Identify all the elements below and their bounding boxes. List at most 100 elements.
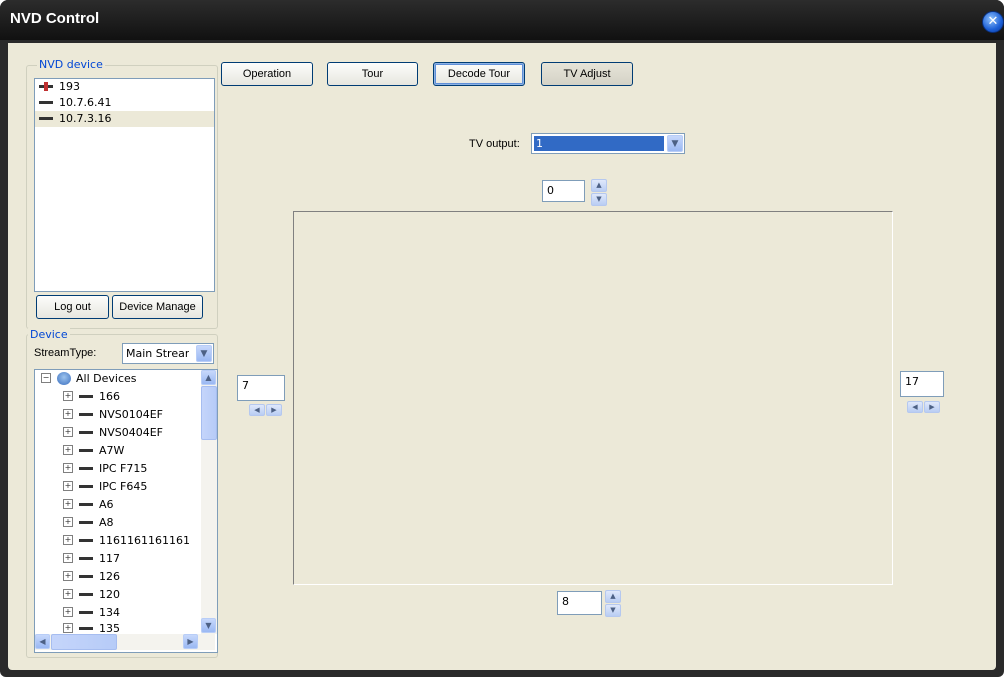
- device-legend: Device: [28, 328, 70, 341]
- nvd-control-window: NVD Control ✕ NVD device 193 10.7.6.41 1…: [0, 0, 1004, 677]
- tree-item-label: A7W: [99, 444, 125, 457]
- stream-type-value: Main Strear: [126, 347, 190, 360]
- tree-item[interactable]: + NVS0404EF: [63, 424, 163, 442]
- tree-item-label: 126: [99, 570, 120, 583]
- nvd-item-label: 10.7.6.41: [59, 96, 112, 109]
- tree-item-label: NVS0404EF: [99, 426, 164, 439]
- tree-item[interactable]: +117: [63, 550, 120, 568]
- expand-icon[interactable]: +: [63, 391, 73, 401]
- device-manage-button[interactable]: Device Manage: [112, 295, 203, 319]
- device-icon: [79, 430, 93, 434]
- nvd-list-item[interactable]: 10.7.6.41: [35, 95, 214, 111]
- spin-right-icon[interactable]: ▶: [266, 404, 282, 416]
- scroll-right-icon[interactable]: ▶: [183, 634, 198, 649]
- device-icon: [79, 502, 93, 506]
- chevron-down-icon[interactable]: ▼: [196, 345, 212, 362]
- tree-item[interactable]: + NVS0104EF: [63, 406, 163, 424]
- chevron-down-icon[interactable]: ▼: [667, 135, 683, 152]
- decode-tour-button[interactable]: Decode Tour: [433, 62, 525, 86]
- tree-item[interactable]: + IPC F645: [63, 478, 147, 496]
- expand-icon[interactable]: +: [63, 623, 73, 633]
- logout-button[interactable]: Log out: [36, 295, 109, 319]
- tree-item[interactable]: + A8: [63, 514, 114, 532]
- tv-output-value: 1: [534, 136, 664, 151]
- device-icon: [79, 610, 93, 614]
- vertical-scrollbar[interactable]: ▲ ▼: [201, 370, 217, 634]
- scroll-down-icon[interactable]: ▼: [201, 618, 216, 633]
- operation-button[interactable]: Operation: [221, 62, 313, 86]
- nvd-device-legend: NVD device: [37, 58, 105, 71]
- tree-root[interactable]: − All Devices: [41, 370, 136, 388]
- tree-item-label: 120: [99, 588, 120, 601]
- expand-icon[interactable]: +: [63, 427, 73, 437]
- close-icon[interactable]: ✕: [982, 11, 1004, 33]
- nvd-list-item-selected[interactable]: 10.7.3.16: [35, 111, 214, 127]
- expand-icon[interactable]: +: [63, 409, 73, 419]
- stream-type-select[interactable]: Main Strear ▼: [122, 343, 214, 364]
- tree-item-label: IPC F715: [99, 462, 148, 475]
- tv-adjust-button[interactable]: TV Adjust: [541, 62, 633, 86]
- tv-output-label: TV output:: [469, 138, 520, 150]
- spin-left-icon[interactable]: ◀: [249, 404, 265, 416]
- tree-item-label: 1161161161161: [99, 534, 190, 547]
- window-title: NVD Control: [10, 10, 100, 27]
- device-icon: [79, 626, 93, 630]
- scroll-up-icon[interactable]: ▲: [201, 370, 216, 385]
- expand-icon[interactable]: +: [63, 607, 73, 617]
- expand-icon[interactable]: +: [63, 589, 73, 599]
- collapse-icon[interactable]: −: [41, 373, 51, 383]
- h-scroll-thumb[interactable]: [51, 634, 117, 650]
- expand-icon[interactable]: +: [63, 535, 73, 545]
- tree-item[interactable]: +126: [63, 568, 120, 586]
- tree-item[interactable]: +1161161161161: [63, 532, 190, 550]
- expand-icon[interactable]: +: [63, 463, 73, 473]
- nvd-list-item[interactable]: 193: [35, 79, 214, 95]
- spin-right-icon[interactable]: ▶: [924, 401, 940, 413]
- device-icon: [79, 592, 93, 596]
- tv-output-select[interactable]: 1 ▼: [531, 133, 685, 154]
- top-offset-spinner[interactable]: ▲ ▼: [591, 179, 607, 206]
- tree-item[interactable]: +166: [63, 388, 120, 406]
- scroll-thumb[interactable]: [201, 386, 217, 440]
- title-bar[interactable]: NVD Control ✕: [0, 0, 1004, 40]
- spin-up-icon[interactable]: ▲: [591, 179, 607, 192]
- left-offset-spinner[interactable]: ◀ ▶: [249, 404, 283, 416]
- device-icon: [79, 448, 93, 452]
- device-icon: [79, 538, 93, 542]
- tree-root-label: All Devices: [76, 372, 137, 385]
- device-icon: [79, 520, 93, 524]
- nvd-item-label: 193: [59, 80, 80, 93]
- tree-item[interactable]: + IPC F715: [63, 460, 147, 478]
- horizontal-scrollbar[interactable]: ◀ ▶: [35, 634, 215, 650]
- tree-item[interactable]: + A6: [63, 496, 114, 514]
- tree-item-label: A6: [99, 498, 114, 511]
- tree-item-label: IPC F645: [99, 480, 148, 493]
- device-icon: [79, 466, 93, 470]
- tree-item[interactable]: +120: [63, 586, 120, 604]
- tree-item[interactable]: + A7W: [63, 442, 124, 460]
- left-offset-field[interactable]: 7: [237, 375, 285, 401]
- nvd-device-list[interactable]: 193 10.7.6.41 10.7.3.16: [34, 78, 215, 292]
- tour-button[interactable]: Tour: [327, 62, 418, 86]
- expand-icon[interactable]: +: [63, 571, 73, 581]
- expand-icon[interactable]: +: [63, 517, 73, 527]
- bottom-offset-field[interactable]: 8: [557, 591, 602, 615]
- spin-down-icon[interactable]: ▼: [605, 604, 621, 617]
- client-area: NVD device 193 10.7.6.41 10.7.3.16 Log o…: [8, 43, 996, 670]
- spin-left-icon[interactable]: ◀: [907, 401, 923, 413]
- scroll-left-icon[interactable]: ◀: [35, 634, 50, 649]
- top-offset-field[interactable]: 0: [542, 180, 585, 202]
- bottom-offset-spinner[interactable]: ▲ ▼: [605, 590, 621, 617]
- expand-icon[interactable]: +: [63, 481, 73, 491]
- device-tree[interactable]: − All Devices +166 + NVS0104EF + NVS0404EF …: [34, 369, 218, 653]
- right-offset-spinner[interactable]: ◀ ▶: [907, 401, 941, 413]
- expand-icon[interactable]: +: [63, 445, 73, 455]
- nvd-item-label: 10.7.3.16: [59, 112, 112, 125]
- right-offset-field[interactable]: 17: [900, 371, 944, 397]
- expand-icon[interactable]: +: [63, 553, 73, 563]
- tree-item-label: 134: [99, 606, 120, 619]
- expand-icon[interactable]: +: [63, 499, 73, 509]
- tv-preview-area: [293, 211, 893, 585]
- spin-up-icon[interactable]: ▲: [605, 590, 621, 603]
- spin-down-icon[interactable]: ▼: [591, 193, 607, 206]
